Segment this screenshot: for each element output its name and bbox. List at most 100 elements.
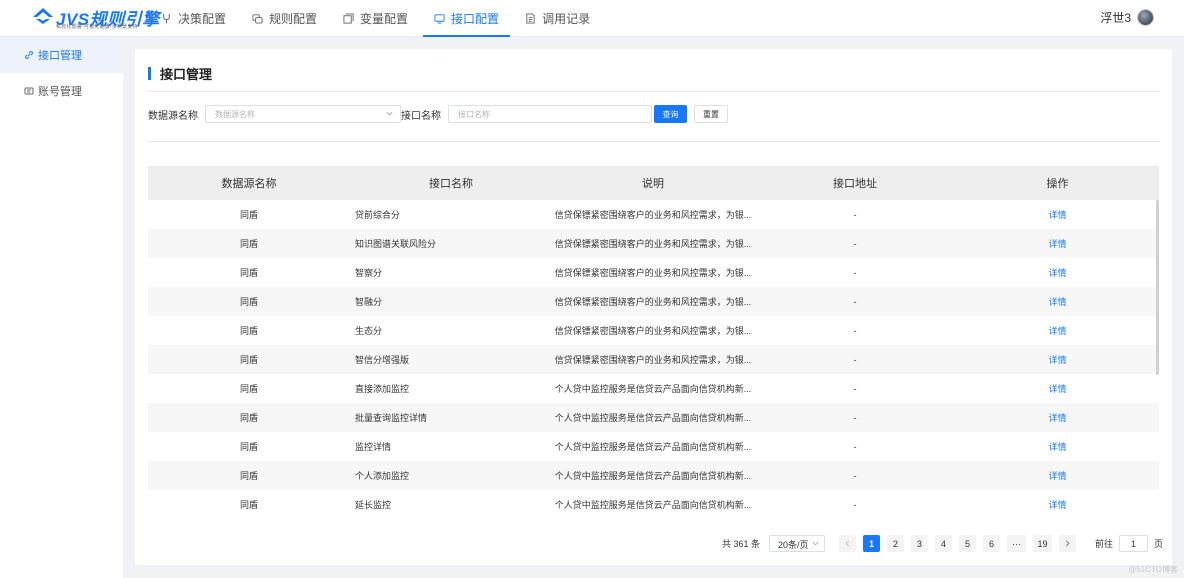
cell-name: 个人添加监控 (355, 471, 410, 481)
table-row: 同盾 批量查询监控详情 个人贷中监控服务是信贷云产品面向信贷机构新... - 详情 (148, 403, 1159, 432)
sidebar-item-label: 账号管理 (38, 86, 82, 98)
cell-desc: 个人贷中监控服务是信贷云产品面向信贷机构新... (554, 442, 752, 452)
cell-source: 同盾 (239, 268, 258, 278)
detail-link[interactable]: 详情 (1048, 384, 1066, 394)
brand-logo[interactable]: JVS规则引擎 私有化部署·可视化配置·多场景支持 (32, 4, 159, 32)
filter-api-name: 接口名称 接口名称 (401, 105, 652, 123)
cell-desc: 信贷保镖紧密围绕客户的业务和风控需求，为银... (554, 297, 752, 307)
page-button-3[interactable]: 3 (910, 535, 928, 552)
reset-button[interactable]: 重置 (694, 105, 728, 123)
goto-label: 前往 (1094, 539, 1113, 549)
cell-url: - (853, 441, 857, 452)
detail-link[interactable]: 详情 (1048, 326, 1066, 336)
prev-page-button[interactable] (838, 535, 856, 552)
page-size-select[interactable]: 20条/页 (768, 535, 825, 552)
cell-desc: 个人贷中监控服务是信贷云产品面向信贷机构新... (554, 413, 752, 423)
page-button-5[interactable]: 5 (958, 535, 976, 552)
total-count: 共 361 条 (721, 539, 760, 549)
nav-decision-config[interactable]: 决策配置 (150, 0, 237, 37)
sidebar-item-account-management[interactable]: 账号管理 (0, 73, 123, 109)
cell-source: 同盾 (239, 326, 258, 336)
page-button-19[interactable]: 19 (1032, 535, 1052, 552)
divider (148, 141, 1160, 142)
table-row: 同盾 贷前综合分 信贷保镖紧密围绕客户的业务和风控需求，为银... - 详情 (148, 200, 1159, 229)
nav-api-config[interactable]: 接口配置 (423, 0, 511, 37)
table-row: 同盾 延长监控 个人贷中监控服务是信贷云产品面向信贷机构新... - 详情 (148, 490, 1159, 519)
goto-page: 前往 1 页 (1095, 535, 1163, 552)
detail-link[interactable]: 详情 (1048, 355, 1066, 365)
cell-url: - (853, 354, 857, 365)
goto-page-input[interactable]: 1 (1118, 535, 1148, 552)
detail-link[interactable]: 详情 (1048, 413, 1066, 423)
watermark: @51CTO博客 (1128, 565, 1178, 574)
main-nav: 决策配置 规则配置 变量配置 接口配置 调用记录 (150, 0, 605, 37)
cell-name: 智察分 (355, 268, 383, 278)
cell-url: - (853, 238, 857, 249)
detail-link[interactable]: 详情 (1048, 268, 1066, 278)
chevron-down-icon (386, 111, 393, 116)
api-name-label: 接口名称 (401, 110, 441, 122)
cell-source: 同盾 (239, 500, 258, 510)
cell-name: 监控详情 (355, 442, 392, 452)
detail-link[interactable]: 详情 (1048, 297, 1066, 307)
cell-url: - (853, 470, 857, 481)
detail-link[interactable]: 详情 (1048, 239, 1066, 249)
cell-desc: 个人贷中监控服务是信贷云产品面向信贷机构新... (554, 471, 752, 481)
cell-name: 知识图谱关联风险分 (355, 239, 437, 249)
detail-link[interactable]: 详情 (1048, 442, 1066, 452)
sidebar-item-label: 接口管理 (38, 50, 82, 62)
datasource-placeholder: 数据源名称 (215, 110, 255, 119)
variable-icon (343, 13, 354, 24)
page-button-6[interactable]: 6 (982, 535, 1000, 552)
goto-suffix: 页 (1153, 539, 1163, 549)
page-title-text: 接口管理 (160, 66, 213, 82)
cell-source: 同盾 (239, 442, 258, 452)
column-header: 说明 (642, 178, 664, 190)
table-row: 同盾 知识图谱关联风险分 信贷保镖紧密围绕客户的业务和风控需求，为银... - 详情 (148, 229, 1159, 258)
document-icon (526, 13, 535, 24)
table-header: 数据源名称 接口名称 说明 接口地址 操作 (148, 166, 1159, 200)
table-row: 同盾 智察分 信贷保镖紧密围绕客户的业务和风控需求，为银... - 详情 (148, 258, 1159, 287)
scrollbar-thumb[interactable] (1156, 200, 1159, 375)
monitor-icon (434, 14, 445, 24)
user-name: 浮世3 (1100, 11, 1131, 25)
cell-desc: 个人贷中监控服务是信贷云产品面向信贷机构新... (554, 500, 752, 510)
search-button[interactable]: 查询 (654, 105, 687, 123)
cell-source: 同盾 (239, 384, 258, 394)
nav-variable-config[interactable]: 变量配置 (332, 0, 419, 37)
nav-label: 变量配置 (360, 12, 409, 26)
cell-source: 同盾 (239, 413, 258, 423)
avatar[interactable] (1137, 9, 1154, 26)
detail-link[interactable]: 详情 (1048, 471, 1066, 481)
detail-link[interactable]: 详情 (1048, 500, 1066, 510)
filter-datasource: 数据源名称 数据源名称 (148, 105, 401, 123)
column-header: 操作 (1046, 178, 1069, 190)
table-body: 同盾 贷前综合分信贷保镖紧密围绕客户的业务和风控需求，为银... - 详情 同盾 知识图… (148, 200, 1159, 519)
pagination: 共 361 条 20条/页 1 2 3 4 5 6 ··· 19 前往 1 页 (722, 535, 1163, 552)
account-card-icon (24, 87, 34, 95)
column-header: 接口名称 (429, 178, 473, 190)
page-button-1[interactable]: 1 (862, 535, 880, 552)
cell-url: - (853, 209, 857, 220)
detail-link[interactable]: 详情 (1048, 210, 1066, 220)
next-page-button[interactable] (1058, 535, 1076, 552)
sidebar-item-api-management[interactable]: 接口管理 (0, 37, 123, 73)
page-size-value: 20条/页 (777, 540, 809, 550)
logo-icon (33, 8, 53, 24)
table-row: 同盾 智信分增强版 信贷保镖紧密围绕客户的业务和风控需求，为银... - 详情 (148, 345, 1159, 374)
user-menu[interactable]: 浮世3 (1100, 9, 1154, 26)
cell-url: - (853, 267, 857, 278)
page-button-2[interactable]: 2 (886, 535, 904, 552)
page-ellipsis[interactable]: ··· (1006, 535, 1026, 552)
api-name-input[interactable]: 接口名称 (448, 105, 652, 123)
table-scrollbar[interactable] (1156, 200, 1159, 536)
nav-call-records[interactable]: 调用记录 (514, 0, 601, 37)
cell-source: 同盾 (239, 471, 258, 481)
cell-desc: 信贷保镖紧密围绕客户的业务和风控需求，为银... (554, 268, 752, 278)
page-button-4[interactable]: 4 (934, 535, 952, 552)
cell-source: 同盾 (239, 297, 258, 307)
cell-name: 贷前综合分 (355, 210, 401, 220)
datasource-select[interactable]: 数据源名称 (205, 105, 401, 123)
nav-label: 接口配置 (451, 12, 500, 26)
nav-rule-config[interactable]: 规则配置 (241, 0, 328, 37)
